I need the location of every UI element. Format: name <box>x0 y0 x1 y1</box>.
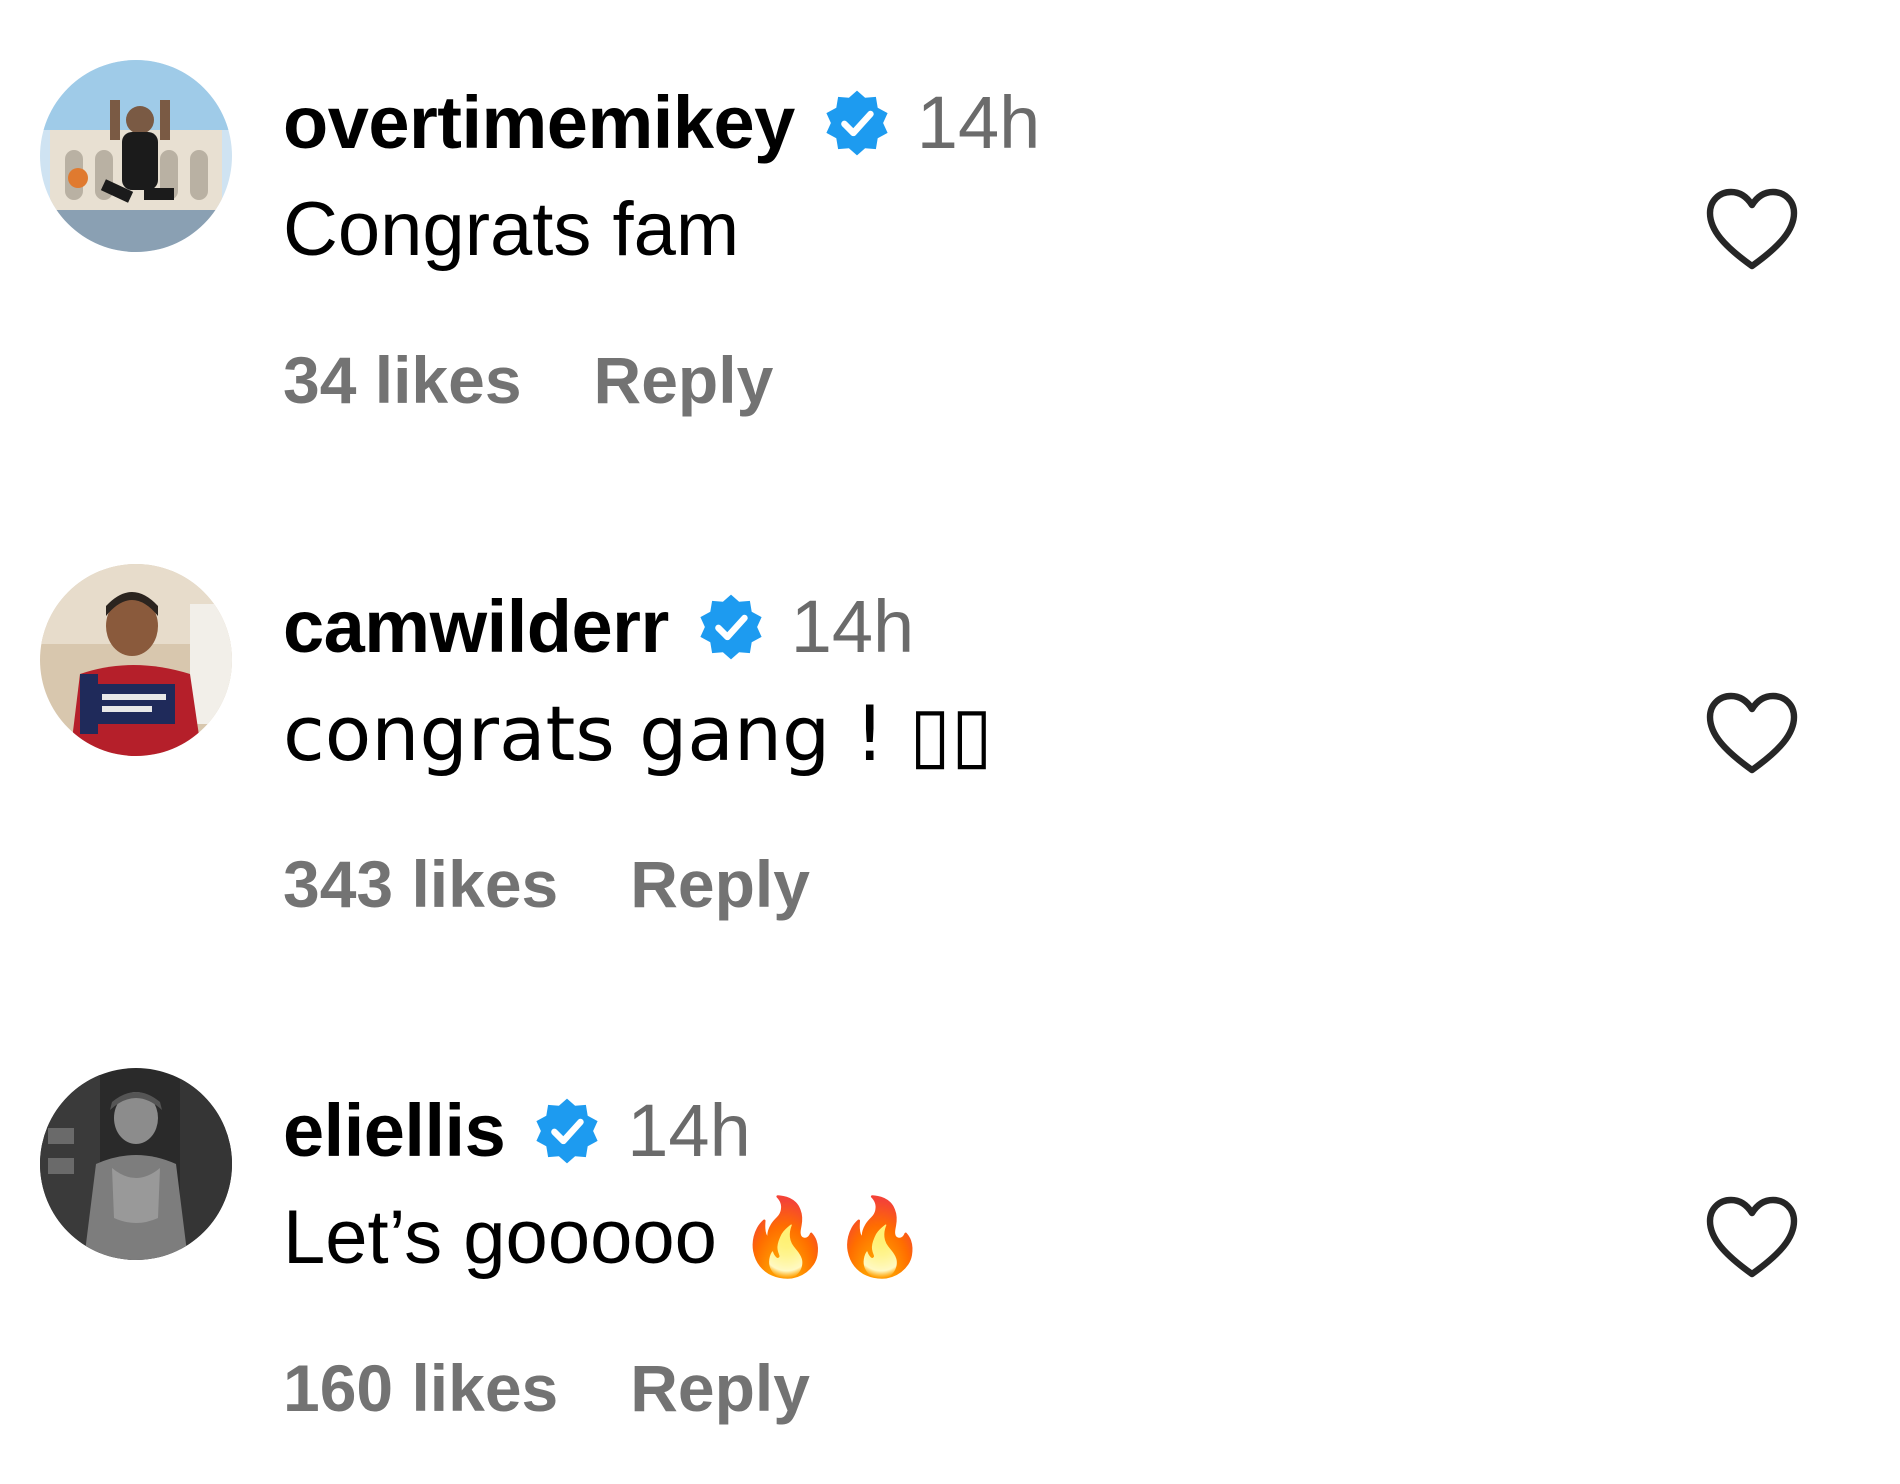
avatar[interactable] <box>40 1068 232 1260</box>
comment-text: Congrats fam <box>283 187 740 272</box>
comment-header: camwilderr 14h <box>283 579 914 674</box>
comment-header: eliellis 14h <box>283 1083 751 1178</box>
verified-badge-icon <box>531 1095 603 1167</box>
like-count[interactable]: 343 likes <box>283 847 558 921</box>
heart-outline-icon[interactable] <box>1704 690 1800 776</box>
reply-button[interactable]: Reply <box>594 343 774 417</box>
username[interactable]: camwilderr <box>283 584 669 669</box>
username[interactable]: overtimemikey <box>283 80 795 165</box>
reply-button[interactable]: Reply <box>630 1351 810 1425</box>
avatar[interactable] <box>40 60 232 252</box>
verified-badge-icon <box>695 591 767 663</box>
like-count[interactable]: 160 likes <box>283 1351 558 1425</box>
reply-button[interactable]: Reply <box>630 847 810 921</box>
timestamp[interactable]: 14h <box>627 1088 750 1173</box>
verified-badge-icon <box>821 87 893 159</box>
comment-actions: 160 likes Reply <box>283 1343 810 1433</box>
comment-actions: 34 likes Reply <box>283 335 773 425</box>
comment-actions: 343 likes Reply <box>283 839 810 929</box>
avatar[interactable] <box>40 564 232 756</box>
comment-text: congrats gang ! ▯▯ <box>283 689 993 778</box>
comment-item: overtimemikey 14h Congrats fam 34 likes R… <box>0 0 1900 420</box>
timestamp[interactable]: 14h <box>791 584 914 669</box>
avatar-image <box>40 564 232 756</box>
avatar-image <box>40 60 232 252</box>
username[interactable]: eliellis <box>283 1088 506 1173</box>
avatar-image <box>40 1068 232 1260</box>
timestamp[interactable]: 14h <box>917 80 1040 165</box>
comment-text: Let’s gooooo 🔥🔥 <box>283 1195 928 1280</box>
like-count[interactable]: 34 likes <box>283 343 522 417</box>
comment-header: overtimemikey 14h <box>283 75 1040 170</box>
comment-item: eliellis 14h Let’s gooooo 🔥🔥 160 likes Re… <box>0 1008 1900 1428</box>
heart-outline-icon[interactable] <box>1704 186 1800 272</box>
heart-outline-icon[interactable] <box>1704 1194 1800 1280</box>
comment-item: camwilderr 14h congrats gang ! ▯▯ 343 li… <box>0 504 1900 924</box>
